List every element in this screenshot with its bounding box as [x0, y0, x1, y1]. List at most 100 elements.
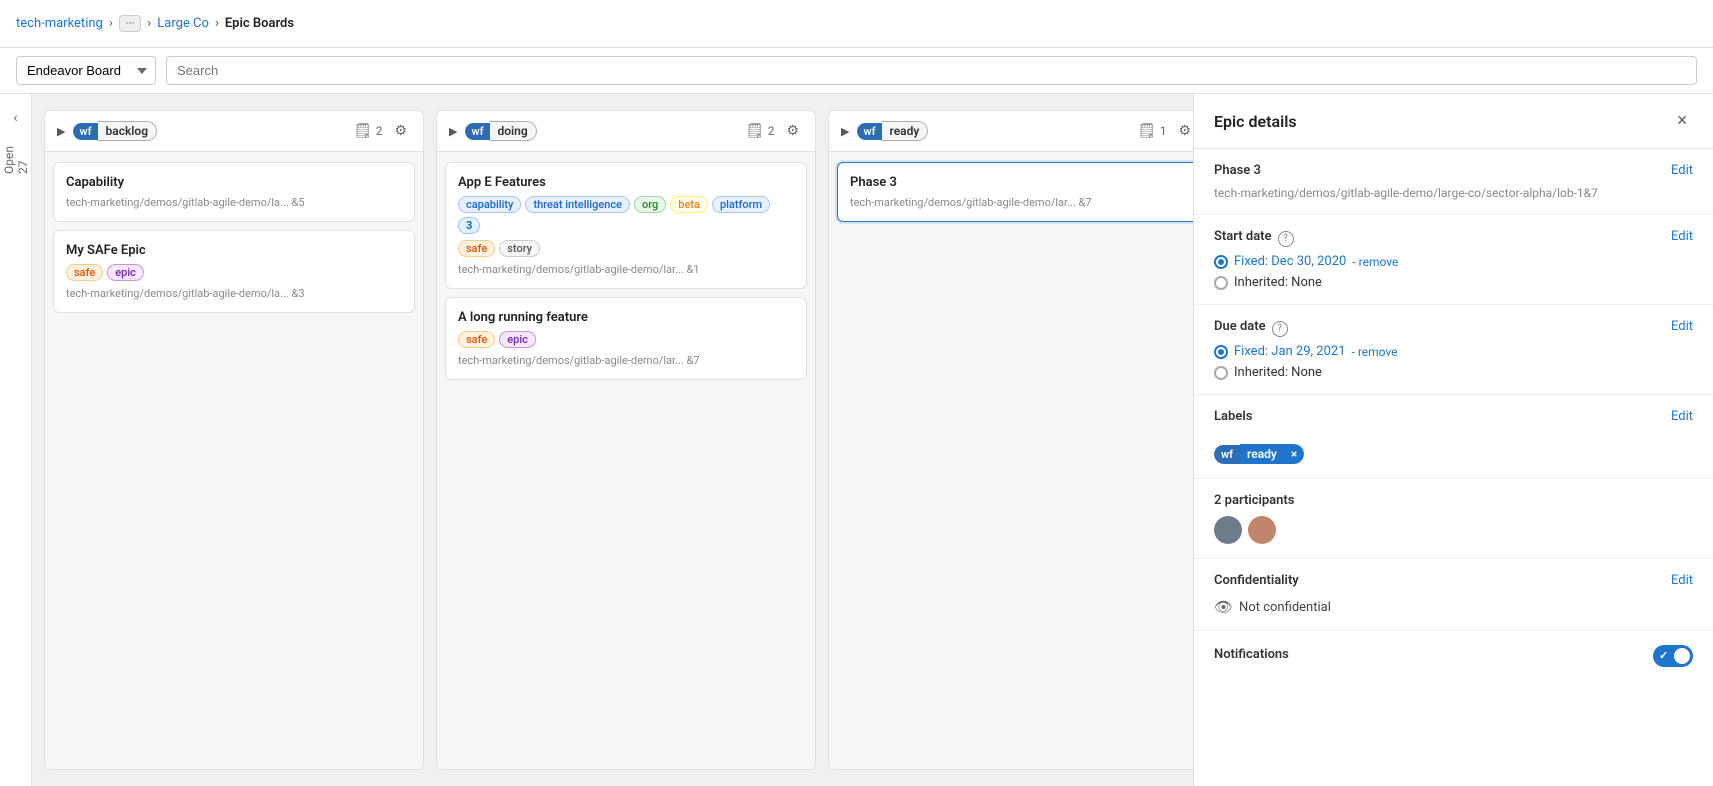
col-count-backlog: 🗒 2	[354, 123, 383, 139]
column-body-ready: Phase 3 tech-marketing/demos/gitlab-agil…	[829, 152, 1193, 769]
edit-labels-link[interactable]: Edit	[1671, 409, 1693, 424]
close-button[interactable]: ×	[1671, 110, 1693, 132]
card-long-running-feature[interactable]: A long running feature safe epic tech-ma…	[445, 297, 807, 380]
participants-row	[1214, 516, 1693, 544]
epic-name-row: Phase 3 Edit	[1214, 163, 1693, 182]
count-icon-backlog: 🗒	[354, 123, 372, 139]
tag-capability: capability	[458, 196, 521, 213]
card-phase-3[interactable]: Phase 3 tech-marketing/demos/gitlab-agil…	[837, 162, 1193, 222]
expand-backlog[interactable]: ▶	[57, 125, 65, 138]
card-tags: capability threat intelligence org beta …	[458, 196, 794, 234]
expand-ready[interactable]: ▶	[841, 125, 849, 138]
avatar-2[interactable]	[1248, 516, 1276, 544]
edit-due-date-link[interactable]: Edit	[1671, 319, 1693, 334]
card-path: tech-marketing/demos/gitlab-agile-demo/l…	[458, 354, 794, 367]
label-badge-doing: wf doing	[465, 121, 536, 141]
due-date-fixed-label: Fixed: Jan 29, 2021	[1234, 344, 1346, 359]
settings-backlog[interactable]: ⚙	[390, 121, 411, 141]
due-date-section: Due date ? Edit Fixed: Jan 29, 2021 - re…	[1194, 305, 1713, 395]
breadcrumb-parent[interactable]: Large Co	[157, 16, 209, 31]
edit-start-date-link[interactable]: Edit	[1671, 229, 1693, 244]
start-date-inherited-radio[interactable]	[1214, 276, 1228, 290]
due-date-inherited-option[interactable]: Inherited: None	[1214, 365, 1693, 380]
notifications-label: Notifications	[1214, 647, 1289, 662]
ready-label-badge: wf ready ×	[1214, 444, 1304, 464]
card-title: A long running feature	[458, 310, 794, 325]
breadcrumb-sep1: ›	[109, 16, 113, 31]
sidebar-toggle: ‹ Open 27	[0, 94, 32, 786]
card-title: My SAFe Epic	[66, 243, 402, 258]
due-date-fixed-option[interactable]: Fixed: Jan 29, 2021 - remove	[1214, 344, 1693, 359]
count-icon-doing: 🗒	[746, 123, 764, 139]
labels-label: Labels	[1214, 409, 1252, 424]
start-date-fixed-option[interactable]: Fixed: Dec 30, 2020 - remove	[1214, 254, 1693, 269]
tag-count-3: 3	[458, 217, 480, 234]
edit-epic-name-link[interactable]: Edit	[1671, 163, 1693, 178]
participants-label: 2 participants	[1214, 493, 1693, 508]
settings-ready[interactable]: ⚙	[1174, 121, 1193, 141]
labels-row: Labels Edit	[1214, 409, 1693, 428]
card-app-e-features[interactable]: App E Features capability threat intelli…	[445, 162, 807, 289]
notifications-section: Notifications ✓	[1194, 631, 1713, 681]
card-tags: safe epic	[66, 264, 402, 281]
due-date-help-icon[interactable]: ?	[1272, 321, 1288, 337]
confidentiality-section: Confidentiality Edit 👁 Not confidential	[1194, 559, 1713, 631]
details-title: Epic details	[1214, 112, 1297, 131]
breadcrumb-current: Epic Boards	[225, 16, 294, 31]
col-wf-ready: wf	[857, 123, 881, 140]
start-date-fixed-radio[interactable]	[1214, 255, 1228, 269]
due-date-fixed-radio[interactable]	[1214, 345, 1228, 359]
board-select[interactable]: Endeavor Board	[16, 56, 156, 85]
expand-doing[interactable]: ▶	[449, 125, 457, 138]
epic-ref: tech-marketing/demos/gitlab-agile-demo/l…	[1214, 186, 1693, 200]
label-badge-backlog: wf backlog	[73, 121, 157, 141]
start-date-remove-link[interactable]: - remove	[1352, 255, 1398, 269]
settings-doing[interactable]: ⚙	[782, 121, 803, 141]
card-title: App E Features	[458, 175, 794, 190]
participants-section: 2 participants	[1194, 479, 1713, 559]
avatar-1[interactable]	[1214, 516, 1242, 544]
sidebar-chevron[interactable]: ‹	[9, 106, 21, 130]
eye-icon: 👁	[1214, 598, 1233, 616]
breadcrumb-more[interactable]: ···	[119, 15, 142, 32]
tag-beta: beta	[670, 196, 708, 213]
due-date-inherited-label: Inherited: None	[1234, 365, 1322, 380]
due-date-remove-link[interactable]: - remove	[1352, 345, 1398, 359]
card-capability[interactable]: Capability tech-marketing/demos/gitlab-a…	[53, 162, 415, 222]
due-date-row: Due date ? Edit	[1214, 319, 1693, 338]
card-path: tech-marketing/demos/gitlab-agile-demo/l…	[66, 287, 402, 300]
column-header-doing: ▶ wf doing 🗒 2 ⚙	[437, 111, 815, 152]
toolbar: Endeavor Board	[0, 48, 1713, 94]
card-path: tech-marketing/demos/gitlab-agile-demo/l…	[66, 196, 402, 209]
column-doing: ▶ wf doing 🗒 2 ⚙ App E Features capabili…	[436, 110, 816, 770]
column-header-ready: ▶ wf ready 🗒 1 ⚙	[829, 111, 1193, 152]
label-name: ready	[1240, 444, 1284, 464]
start-date-inherited-option[interactable]: Inherited: None	[1214, 275, 1693, 290]
search-input[interactable]	[166, 56, 1697, 85]
tag-epic: epic	[107, 264, 144, 281]
label-remove[interactable]: ×	[1284, 444, 1304, 464]
edit-confidentiality-link[interactable]: Edit	[1671, 573, 1693, 588]
col-wf-doing: wf	[465, 123, 489, 140]
col-count-doing: 🗒 2	[746, 123, 775, 139]
breadcrumb-org[interactable]: tech-marketing	[16, 16, 103, 31]
due-date-label: Due date	[1214, 319, 1266, 334]
due-date-inherited-radio[interactable]	[1214, 366, 1228, 380]
column-backlog: ▶ wf backlog 🗒 2 ⚙ Capability tech-marke…	[44, 110, 424, 770]
start-date-section: Start date ? Edit Fixed: Dec 30, 2020 - …	[1194, 215, 1713, 305]
card-tags-row2: safe story	[458, 240, 794, 257]
confidentiality-row: Confidentiality Edit	[1214, 573, 1693, 592]
card-my-safe-epic[interactable]: My SAFe Epic safe epic tech-marketing/de…	[53, 230, 415, 313]
col-name-backlog: backlog	[98, 121, 158, 141]
notifications-toggle[interactable]: ✓	[1653, 645, 1693, 667]
col-name-ready: ready	[882, 121, 929, 141]
confidentiality-value: Not confidential	[1239, 600, 1331, 615]
start-date-help-icon[interactable]: ?	[1278, 231, 1294, 247]
start-date-inherited-label: Inherited: None	[1234, 275, 1322, 290]
column-ready: ▶ wf ready 🗒 1 ⚙ Phase 3 tech-marketing/…	[828, 110, 1193, 770]
card-tags: safe epic	[458, 331, 794, 348]
tag-threat-intelligence: threat intelligence	[525, 196, 630, 213]
breadcrumb-sep2: ›	[147, 16, 151, 31]
tag-safe: safe	[458, 331, 495, 348]
card-path: tech-marketing/demos/gitlab-agile-demo/l…	[850, 196, 1186, 209]
